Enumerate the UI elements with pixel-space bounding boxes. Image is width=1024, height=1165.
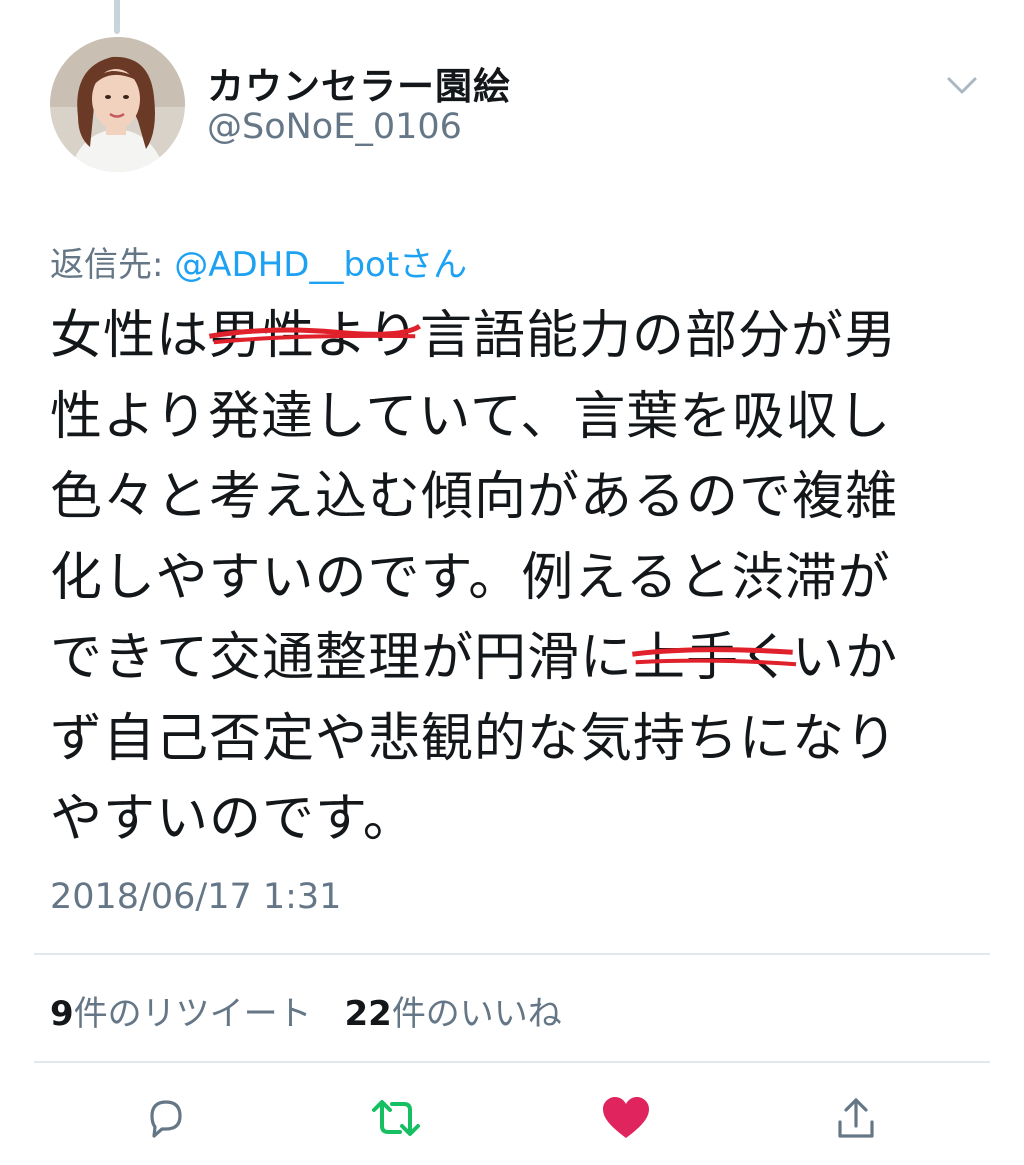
avatar-image (50, 37, 185, 172)
share-icon (838, 1098, 874, 1138)
struck-text: 上手く (633, 628, 793, 688)
tweet-timestamp[interactable]: 2018/06/17 1:31 (50, 877, 341, 917)
divider (34, 953, 990, 955)
user-handle[interactable]: @SoNoE_0106 (207, 107, 462, 147)
tweet-text-segment: いか (792, 628, 899, 688)
reply-to-prefix: 返信先: (50, 245, 175, 285)
heart-icon (603, 1097, 649, 1138)
display-name[interactable]: カウンセラー園絵 (207, 56, 511, 110)
handwritten-strikethrough-text: 上手く (633, 618, 792, 699)
reply-to-context: 返信先: @ADHD__botさん (50, 237, 467, 286)
like-stat[interactable]: 22件のいいね (344, 994, 561, 1034)
tweet-text: 女性は男性より 言語能力の部分が男 性より発達していて、言葉を吸収し 色々と考え込… (50, 296, 980, 860)
like-button[interactable] (598, 1090, 654, 1146)
tweet-line: 化しやすいのです。例えると渋滞が (50, 547, 891, 608)
tweet-line: やすいのです。 (50, 789, 416, 849)
retweet-label: 件のリツイート (73, 994, 312, 1034)
avatar[interactable] (50, 37, 185, 172)
retweet-icon (372, 1100, 420, 1136)
retweet-stat[interactable]: 9件のリツイート (50, 994, 312, 1034)
retweet-button[interactable] (368, 1090, 424, 1146)
struck-text: 男性より (209, 306, 420, 366)
tweet-line: 色々と考え込む傾向があるので複雑 (50, 467, 899, 527)
share-button[interactable] (828, 1090, 884, 1146)
reply-icon (150, 1100, 182, 1138)
chevron-down-icon[interactable] (944, 70, 980, 100)
reply-button[interactable] (138, 1090, 194, 1146)
tweet-text-segment: 女性は (50, 306, 210, 366)
engagement-stats: 9件のリツイート 22件のいいね (50, 986, 562, 1035)
tweet-text-segment: できて交通整理が円滑に (50, 628, 634, 688)
reply-to-mention-link[interactable]: @ADHD__botさん (174, 245, 467, 285)
retweet-count: 9 (50, 994, 74, 1034)
tweet-line: 女性は男性より 言語能力の部分が男 (50, 296, 980, 377)
thread-connector-line (114, 0, 120, 34)
tweet-text-segment: 言語能力の部分が男 (419, 306, 897, 366)
tweet-line: 性より発達していて、言葉を吸収し (50, 386, 892, 447)
divider (34, 1061, 990, 1063)
like-label: 件のいいね (391, 994, 562, 1034)
tweet-line: ず自己否定や悲観的な気持ちになり (50, 708, 899, 769)
like-count: 22 (344, 994, 392, 1034)
tweet-line: できて交通整理が円滑に上手く いか (50, 618, 980, 699)
handwritten-strikethrough-text: 男性より (209, 296, 420, 377)
